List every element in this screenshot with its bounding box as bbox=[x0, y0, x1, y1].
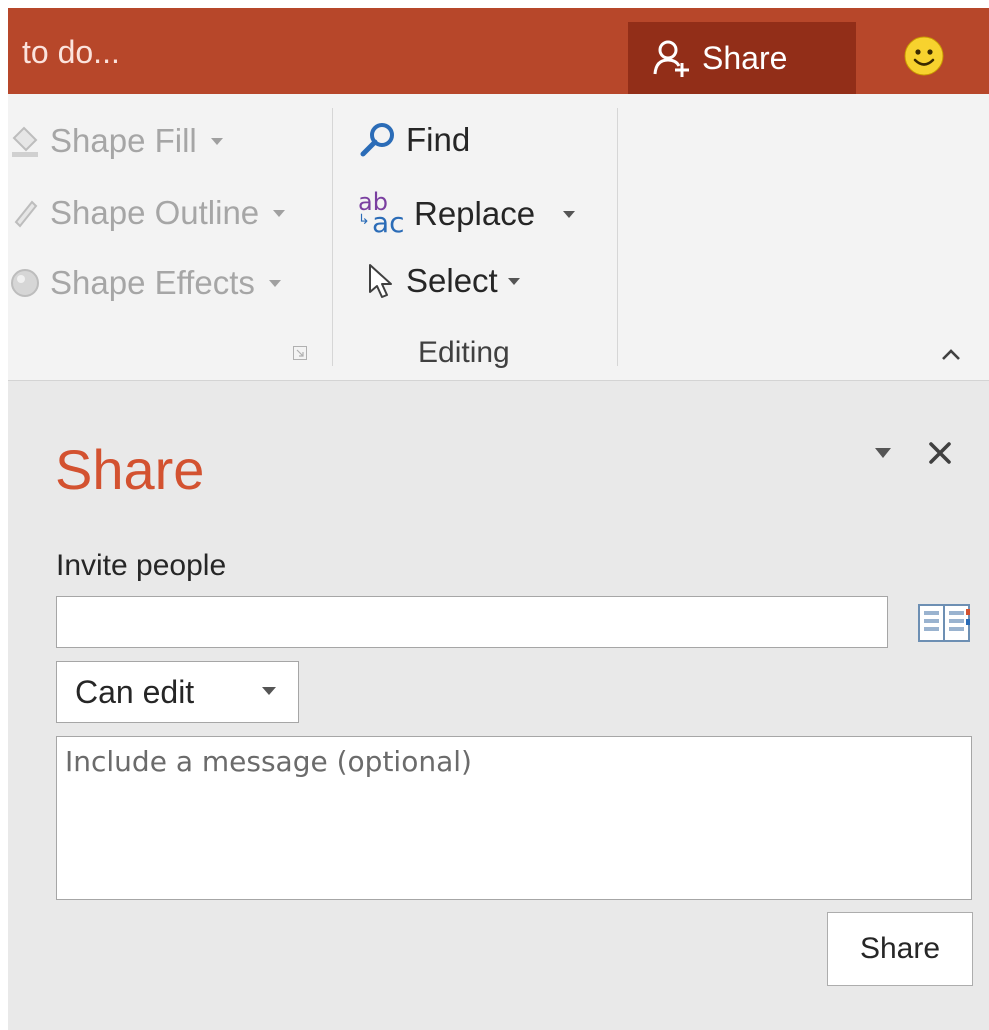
shape-effects-button[interactable]: Shape Effects bbox=[8, 264, 281, 302]
shape-fill-dropdown-icon bbox=[210, 137, 223, 145]
close-icon[interactable] bbox=[926, 439, 954, 467]
title-bar: to do... Share bbox=[8, 8, 989, 94]
find-label: Find bbox=[406, 121, 471, 158]
pencil-icon bbox=[14, 200, 38, 228]
message-input[interactable] bbox=[56, 736, 972, 900]
permission-value: Can edit bbox=[75, 673, 195, 710]
select-button[interactable]: Select bbox=[364, 262, 520, 300]
select-dropdown-icon bbox=[507, 277, 520, 285]
shape-fill-button[interactable]: Shape Fill bbox=[8, 122, 223, 160]
find-button[interactable]: Find bbox=[358, 120, 470, 160]
invite-people-label: Invite people bbox=[56, 549, 227, 582]
search-icon bbox=[360, 123, 394, 157]
permission-dropdown[interactable]: Can edit bbox=[56, 661, 299, 723]
shape-outline-button[interactable]: Shape Outline bbox=[8, 194, 286, 232]
share-pane: Share Invite people Can edit Share bbox=[8, 381, 989, 1030]
replace-dropdown-icon bbox=[563, 210, 576, 218]
shape-effects-label: Shape Effects bbox=[50, 264, 255, 301]
permission-dropdown-icon bbox=[262, 687, 276, 695]
pane-title: Share bbox=[55, 438, 205, 501]
shape-effects-icon bbox=[11, 269, 39, 297]
share-button-top[interactable]: Share bbox=[628, 22, 856, 94]
ribbon-divider bbox=[617, 108, 618, 366]
share-submit-button[interactable]: Share bbox=[827, 912, 973, 986]
address-book-icon[interactable] bbox=[918, 603, 972, 643]
ribbon-divider bbox=[332, 108, 333, 366]
shape-fill-label: Shape Fill bbox=[50, 122, 197, 159]
paint-bucket-icon bbox=[12, 126, 38, 157]
editing-group-label: Editing bbox=[418, 336, 510, 369]
shape-outline-dropdown-icon bbox=[273, 209, 286, 217]
replace-button[interactable]: ab ↳ ac Replace bbox=[358, 188, 576, 239]
share-button-label: Share bbox=[702, 39, 788, 76]
select-label: Select bbox=[406, 262, 498, 299]
replace-icon: ab ↳ ac bbox=[358, 188, 405, 239]
dialog-launcher-icon[interactable] bbox=[293, 346, 307, 360]
chevron-down-icon[interactable] bbox=[874, 447, 892, 459]
chevron-up-icon[interactable] bbox=[940, 346, 962, 362]
powerpoint-window: to do... Share Shape Fill Shape Outline … bbox=[0, 0, 989, 1030]
window-edge bbox=[0, 0, 8, 1030]
replace-label: Replace bbox=[414, 195, 536, 232]
ribbon: Shape Fill Shape Outline Shape Effects F… bbox=[8, 94, 989, 381]
shape-outline-label: Shape Outline bbox=[50, 194, 260, 231]
shape-effects-dropdown-icon bbox=[268, 279, 281, 287]
cursor-icon bbox=[369, 264, 392, 298]
person-add-icon bbox=[653, 40, 689, 77]
tell-me-box[interactable]: to do... bbox=[22, 34, 120, 71]
smiley-icon[interactable] bbox=[904, 36, 944, 76]
invite-people-input[interactable] bbox=[56, 596, 888, 648]
